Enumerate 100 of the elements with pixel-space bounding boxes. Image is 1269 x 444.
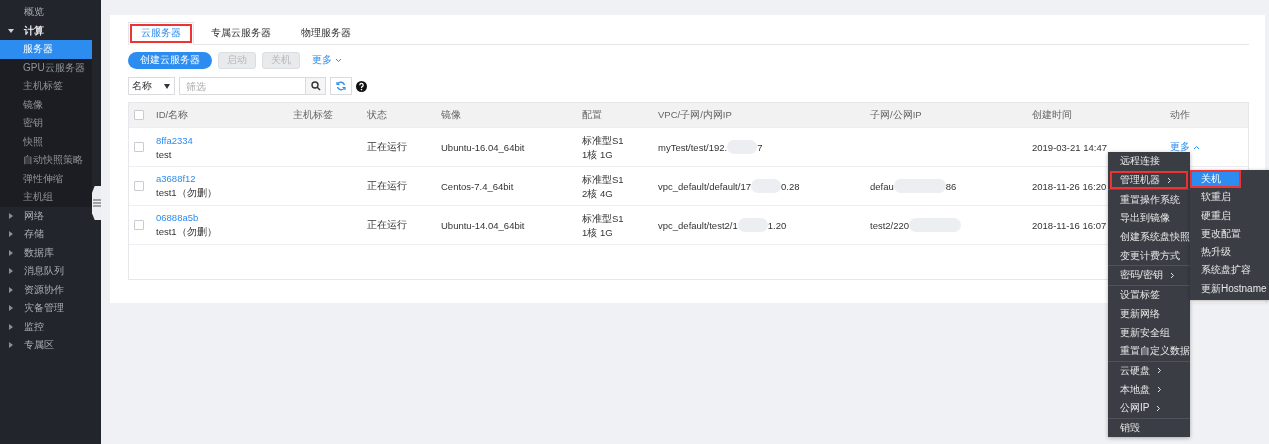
- search-icon: [310, 81, 321, 91]
- chevron-down-icon: [335, 57, 342, 63]
- select-all-checkbox[interactable]: [134, 110, 144, 120]
- column-header: ID/名称: [156, 108, 189, 120]
- sidebar-group[interactable]: 灾备管理: [0, 299, 92, 318]
- row-checkbox[interactable]: [134, 181, 144, 191]
- status-text: 正在运行: [367, 140, 407, 152]
- menu-item[interactable]: 更新网络: [1108, 304, 1190, 324]
- sidebar-group[interactable]: 消息队列: [0, 262, 92, 281]
- chevron-right-icon: [1156, 404, 1162, 412]
- tab[interactable]: 云服务器: [128, 22, 194, 45]
- tab[interactable]: 专属云服务器: [198, 22, 284, 44]
- menu-item[interactable]: 系统盘扩容: [1190, 261, 1269, 280]
- sidebar-group[interactable]: 网络: [0, 206, 92, 225]
- image-text: Ubuntu-14.04_64bit: [441, 219, 525, 231]
- menu-item[interactable]: 创建系统盘快照: [1108, 227, 1190, 247]
- menu-item[interactable]: 管理机器: [1110, 170, 1188, 190]
- ip-text: vpc_default/test2/1: [658, 219, 738, 231]
- ip-text: 7: [757, 141, 763, 153]
- more-link[interactable]: 更多: [312, 53, 332, 67]
- caret-right-icon: [8, 212, 14, 219]
- server-name: test: [156, 148, 173, 160]
- menu-item[interactable]: 更新Hostname: [1190, 279, 1269, 299]
- menu-item[interactable]: 变更计费方式: [1108, 246, 1190, 266]
- created-time: 2018-11-26 16:20: [1032, 180, 1107, 192]
- config-text: 1核 1G: [582, 226, 614, 238]
- image-text: Ubuntu-16.04_64bit: [441, 141, 525, 153]
- menu-item[interactable]: 更改配置: [1190, 224, 1269, 244]
- chevron-right-icon: [1157, 367, 1162, 375]
- ip-text: vpc_default/default/17: [658, 180, 751, 192]
- field-select[interactable]: 名称: [128, 77, 175, 95]
- sidebar-item[interactable]: 密钥: [0, 114, 92, 133]
- menu-item[interactable]: 公网IP: [1108, 398, 1190, 418]
- row-checkbox[interactable]: [134, 220, 144, 230]
- created-time: 2018-11-16 16:07: [1032, 219, 1107, 231]
- config-text: 2核 4G: [582, 187, 614, 199]
- menu-item[interactable]: 密码/密钥: [1108, 266, 1190, 285]
- sidebar-group[interactable]: 资源协作: [0, 280, 92, 299]
- menu-item[interactable]: 硬重启: [1190, 206, 1269, 225]
- ip-text: 1.20: [767, 219, 787, 231]
- server-name: test1（勿删）: [156, 186, 218, 200]
- menu-item[interactable]: 设置标签: [1108, 285, 1190, 305]
- sidebar-item[interactable]: 自动快照策略: [0, 151, 92, 170]
- menu-item[interactable]: 重置自定义数据: [1108, 341, 1190, 361]
- help-icon[interactable]: [356, 80, 367, 92]
- column-header: VPC/子网/内网IP: [658, 108, 732, 120]
- image-text: Centos-7.4_64bit: [441, 180, 514, 192]
- chevron-right-icon: [1169, 271, 1175, 279]
- caret-down-icon: [164, 83, 170, 89]
- search-field[interactable]: 筛选: [179, 77, 306, 95]
- ip-text: 0.28: [780, 180, 800, 192]
- column-header: 子网/公网IP: [870, 108, 922, 120]
- sidebar-item[interactable]: 主机标签: [0, 77, 92, 96]
- config-text: 标准型S1: [582, 173, 625, 185]
- caret-right-icon: [8, 305, 14, 312]
- caret-right-icon: [8, 268, 14, 275]
- caret-right-icon: [8, 342, 14, 349]
- server-id-link[interactable]: 06888a5b: [156, 211, 293, 223]
- created-time: 2019-03-21 14:47: [1032, 141, 1107, 153]
- more-link[interactable]: 更多: [1170, 140, 1190, 154]
- column-header: 状态: [367, 108, 387, 120]
- sidebar-group[interactable]: 专属区: [0, 336, 92, 355]
- chevron-right-icon: [1167, 176, 1172, 184]
- menu-item[interactable]: 销毁: [1108, 418, 1190, 438]
- collapse-handle[interactable]: [92, 186, 101, 220]
- sidebar-item[interactable]: 概览: [0, 3, 92, 22]
- ip-text: myTest/test/192.: [658, 141, 728, 153]
- sidebar-group[interactable]: 数据库: [0, 243, 92, 262]
- row-checkbox[interactable]: [134, 142, 144, 152]
- tab[interactable]: 物理服务器: [288, 22, 364, 44]
- sidebar-group[interactable]: 存储: [0, 225, 92, 244]
- sidebar-group[interactable]: 计算: [0, 21, 92, 40]
- sidebar-item[interactable]: 主机组: [0, 188, 92, 207]
- server-name: test1（勿删）: [156, 225, 218, 239]
- menu-item[interactable]: 导出到镜像: [1108, 209, 1190, 228]
- chevron-right-icon: [1157, 386, 1162, 394]
- menu-item[interactable]: 软重启: [1190, 188, 1269, 207]
- column-header: 镜像: [441, 108, 461, 120]
- menu-item[interactable]: 远程连接: [1108, 152, 1190, 171]
- menu-item[interactable]: 热升级: [1190, 243, 1269, 262]
- column-header: 主机标签: [293, 108, 333, 120]
- menu-item[interactable]: 本地盘: [1108, 380, 1190, 399]
- caret-right-icon: [8, 286, 14, 293]
- menu-icon: [92, 199, 101, 207]
- menu-item[interactable]: 更新安全组: [1108, 323, 1190, 342]
- config-text: 1核 1G: [582, 148, 614, 160]
- caret-right-icon: [8, 249, 14, 256]
- column-header: 创建时间: [1032, 108, 1072, 120]
- ip-text: test2/220: [870, 219, 910, 231]
- config-text: 标准型S1: [582, 134, 625, 146]
- menu-item[interactable]: 重置操作系统: [1108, 190, 1190, 210]
- sidebar-group[interactable]: 监控: [0, 317, 92, 336]
- caret-right-icon: [8, 323, 14, 330]
- refresh-icon: [336, 81, 346, 91]
- server-id-link[interactable]: a3688f12: [156, 172, 293, 184]
- server-id-link[interactable]: 8ffa2334: [156, 134, 293, 146]
- search-button[interactable]: [306, 77, 326, 95]
- caret-down-icon: [8, 27, 14, 34]
- menu-item[interactable]: 云硬盘: [1108, 361, 1190, 381]
- ip-text: defau: [870, 180, 894, 192]
